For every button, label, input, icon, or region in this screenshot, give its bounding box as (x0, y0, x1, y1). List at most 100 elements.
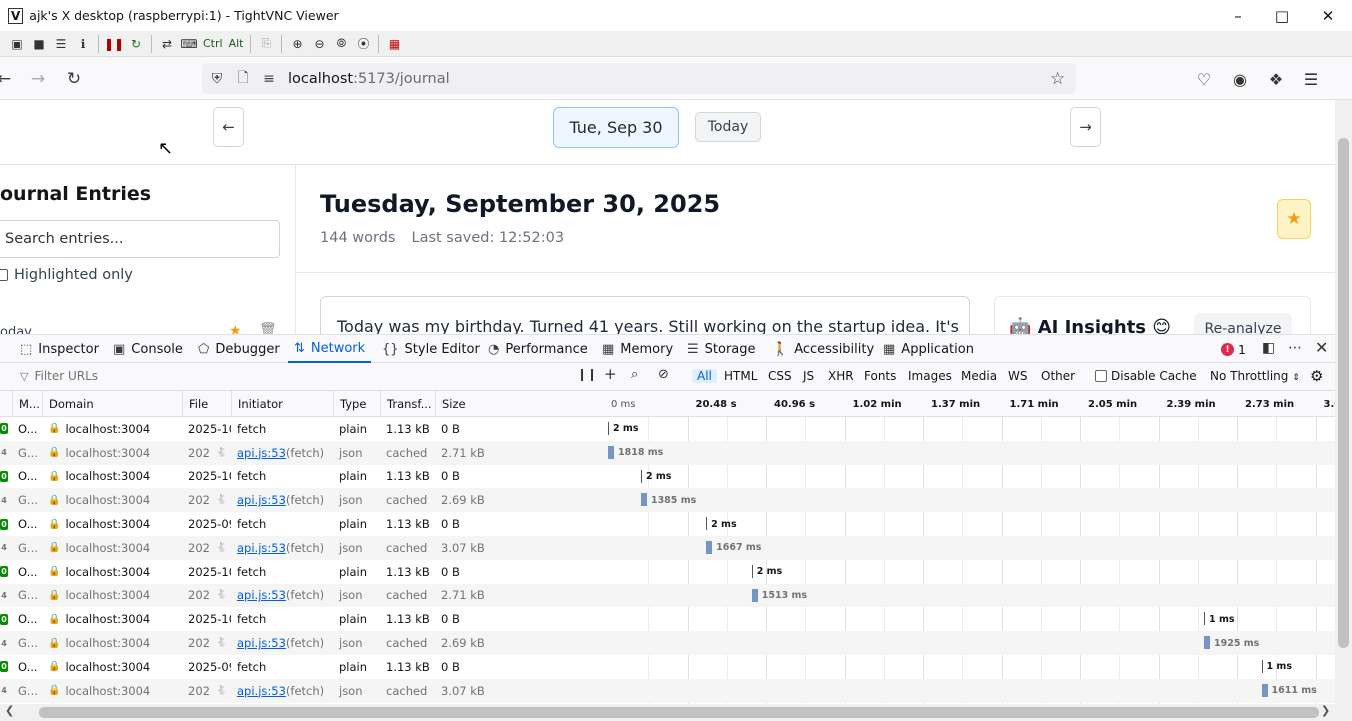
account-icon[interactable]: ◉ (1226, 65, 1254, 93)
minimize-icon[interactable]: – (1215, 0, 1261, 31)
scroll-left-icon[interactable]: ❮ (5, 704, 14, 717)
tab-performance[interactable]: ◔ Performance (488, 335, 588, 363)
reload-icon[interactable]: ↻ (60, 65, 88, 93)
zoom-in-icon[interactable]: ⊕ (286, 34, 308, 54)
highlighted-checkbox[interactable] (0, 269, 8, 281)
url-bar[interactable]: ⛨ 🗋 ≡ localhost:5173/journal ☆ (202, 63, 1076, 94)
new-connection-icon[interactable]: ▣ (6, 34, 28, 54)
network-request-row[interactable]: 0 O... 🔒localhost:3004 2025-09 fetch plain 1.1… (0, 512, 1335, 536)
tab-storage[interactable]: ☰ Storage (687, 335, 756, 363)
pause-icon[interactable]: ❚❚ (103, 34, 125, 54)
col-method[interactable]: M... (12, 391, 42, 417)
search-input[interactable]: Search entries... (0, 220, 280, 258)
col-type[interactable]: Type (333, 391, 380, 417)
zoom-fit-icon[interactable]: ⦿ (352, 34, 374, 54)
forward-icon[interactable]: → (24, 65, 52, 93)
entry-editor[interactable]: Today was my birthday. Turned 41 years. … (320, 296, 970, 334)
entry-star-icon[interactable]: ★ (229, 323, 242, 334)
initiator-link[interactable]: api.js:53 (237, 636, 286, 650)
options-icon[interactable]: ☰ (50, 34, 72, 54)
send-keys-icon[interactable]: ⌨ (178, 34, 200, 54)
zoom-100-icon[interactable]: ⦾ (330, 34, 352, 54)
trash-icon[interactable]: 🗑 (259, 322, 277, 334)
site-settings-icon[interactable]: ≡ (256, 71, 282, 87)
network-request-row[interactable]: 4 G... 🔒 localhost:3004 202 🐇 api.js:53 (fetc… (0, 583, 1335, 608)
today-button[interactable]: Today (695, 112, 761, 142)
search-icon[interactable]: ⌕ (631, 367, 638, 382)
info-icon[interactable]: ℹ (72, 34, 94, 54)
extensions-icon[interactable]: ❖ (1262, 65, 1290, 93)
filter-other[interactable]: Other (1041, 369, 1075, 383)
next-day-button[interactable]: → (1070, 107, 1101, 147)
initiator-link[interactable]: api.js:53 (237, 588, 286, 602)
filter-css[interactable]: CSS (768, 369, 792, 383)
page-icon[interactable]: 🗋 (230, 67, 256, 91)
filter-all[interactable]: All (692, 369, 717, 383)
initiator-link[interactable]: api.js:53 (237, 684, 286, 698)
disable-cache-checkbox[interactable] (1095, 370, 1107, 382)
col-size[interactable]: Size (435, 391, 607, 417)
more-options-icon[interactable]: ⋯ (1288, 340, 1302, 356)
prev-day-button[interactable]: ← (213, 107, 244, 147)
page-scroll-thumb[interactable] (1338, 138, 1349, 648)
filter-js[interactable]: JS (803, 369, 814, 383)
filter-html[interactable]: HTML (724, 369, 757, 383)
tab-console[interactable]: ▣ Console (113, 335, 183, 363)
close-devtools-icon[interactable]: ✕ (1315, 338, 1328, 357)
network-request-row[interactable]: 0 O... 🔒localhost:3004 2025-09 fetch plain 1.1… (0, 655, 1335, 679)
gear-icon[interactable]: ⚙ (1310, 367, 1323, 385)
col-status[interactable] (0, 391, 12, 417)
highlighted-only-toggle[interactable]: Highlighted only (0, 267, 133, 283)
maximize-icon[interactable]: □ (1259, 0, 1305, 31)
bookmark-star-icon[interactable]: ☆ (1050, 69, 1065, 89)
network-request-row[interactable]: 0 O... 🔒localhost:3004 2025-10 fetch plain 1.1… (0, 465, 1335, 489)
transfer-icon[interactable]: ⇄ (156, 34, 178, 54)
menu-icon[interactable]: ☰ (1297, 65, 1325, 93)
fullscreen-icon[interactable]: ▦ (383, 34, 405, 54)
network-request-row[interactable]: 4 G... 🔒 localhost:3004 202 🐇 api.js:53 (fetc… (0, 440, 1335, 465)
filter-xhr[interactable]: XHR (828, 369, 854, 383)
clipboard-icon[interactable]: ⎘ (255, 34, 277, 54)
col-transferred[interactable]: Transf... (380, 391, 435, 417)
network-request-row[interactable]: 0 O... 🔒localhost:3004 2025-10 fetch plain 1.1… (0, 560, 1335, 584)
filter-fonts[interactable]: Fonts (864, 369, 896, 383)
hscroll-thumb[interactable] (39, 707, 1319, 718)
close-icon[interactable]: ✕ (1305, 0, 1351, 31)
clear-icon[interactable]: ⊘ (658, 367, 669, 382)
back-icon[interactable]: ← (0, 65, 18, 93)
network-request-row[interactable]: 4 G... 🔒 localhost:3004 202 🐇 api.js:53 (fetc… (0, 631, 1335, 655)
tab-application[interactable]: ▦ Application (883, 335, 974, 363)
network-request-row[interactable]: 4 G... 🔒 localhost:3004 202 🐇 api.js:53 (fetc… (0, 488, 1335, 513)
tab-debugger[interactable]: ⬠ Debugger (198, 335, 280, 363)
col-initiator[interactable]: Initiator (231, 391, 333, 417)
page-scrollbar[interactable] (1335, 100, 1352, 704)
date-picker-button[interactable]: Tue, Sep 30 (553, 107, 679, 148)
filter-urls-input[interactable]: ▽ Filter URLs (20, 369, 98, 383)
col-file[interactable]: File (182, 391, 232, 417)
filter-media[interactable]: Media (961, 369, 997, 383)
horizontal-scrollbar[interactable]: ❮ ❯ (0, 704, 1352, 721)
zoom-out-icon[interactable]: ⊖ (308, 34, 330, 54)
add-icon[interactable]: + (604, 365, 617, 383)
network-request-row[interactable]: 4 G... 🔒 localhost:3004 202 🐇 api.js:53 (fetc… (0, 678, 1335, 703)
tab-accessibility[interactable]: 🚶 Accessibility (772, 335, 874, 363)
pause-recording-icon[interactable]: ❙❙ (577, 367, 597, 381)
tab-style-editor[interactable]: {} Style Editor (382, 335, 480, 363)
pocket-icon[interactable]: ♡ (1190, 65, 1218, 93)
dock-side-icon[interactable]: ◧ (1262, 340, 1275, 356)
network-request-row[interactable]: 0 O... 🔒localhost:3004 2025-10 fetch plain 1.1… (0, 607, 1335, 631)
error-counter[interactable]: ! 1 (1221, 342, 1246, 357)
shield-icon[interactable]: ⛨ (204, 71, 230, 87)
filter-ws[interactable]: WS (1008, 369, 1027, 383)
disable-cache-toggle[interactable]: Disable Cache (1095, 369, 1197, 383)
tab-network[interactable]: ⇅ Network (288, 335, 372, 363)
filter-images[interactable]: Images (908, 369, 952, 383)
reanalyze-button[interactable]: Re-analyze (1194, 313, 1292, 334)
alt-key-button[interactable]: Alt (226, 34, 247, 54)
ctrl-key-button[interactable]: Ctrl (200, 34, 226, 54)
col-domain[interactable]: Domain (42, 391, 183, 417)
refresh-icon[interactable]: ↻ (125, 34, 147, 54)
network-request-row[interactable]: 4 G... 🔒 localhost:3004 202 🐇 api.js:53 (fetc… (0, 535, 1335, 560)
save-icon[interactable]: ■ (28, 34, 50, 54)
throttling-select[interactable]: No Throttling ⇕ (1210, 369, 1300, 383)
